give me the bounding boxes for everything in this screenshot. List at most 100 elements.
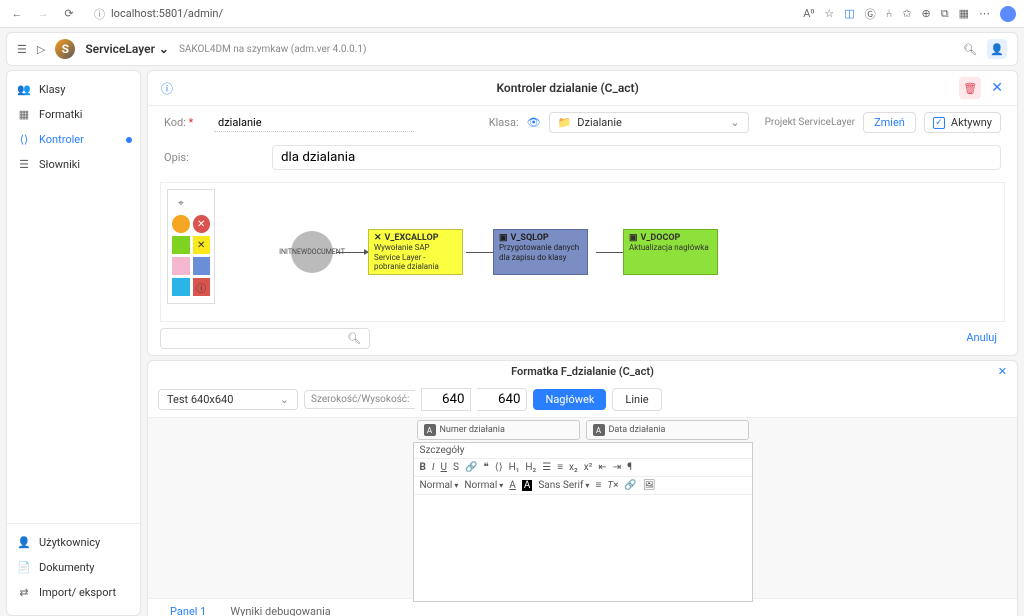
tab-debug[interactable]: Wyniki debugowania xyxy=(218,599,342,616)
resolution-select[interactable]: Test 640x640⌄ xyxy=(158,389,298,410)
size-select[interactable]: Normal▾ xyxy=(464,480,503,491)
favorites-icon[interactable]: ✩ xyxy=(902,7,911,20)
kod-input[interactable] xyxy=(214,114,414,132)
sidebar-item-uzytkownicy[interactable]: 👤Użytkownicy xyxy=(7,530,140,555)
klasa-select[interactable]: 📁 Dzialanie ⌄ xyxy=(549,112,749,133)
cyan-node-tool[interactable] xyxy=(172,278,190,296)
link-button[interactable]: 🔗 xyxy=(465,462,477,473)
bold-button[interactable]: B xyxy=(420,462,426,473)
field-data-dzialania[interactable]: AData działania xyxy=(586,420,749,440)
user-icon: 👤 xyxy=(17,536,31,549)
font-select[interactable]: Sans Serif▾ xyxy=(538,480,589,491)
sidebar-item-dokumenty[interactable]: 📄Dokumenty xyxy=(7,555,140,580)
sidebar-item-formatki[interactable]: ▦Formatki xyxy=(7,102,140,127)
product-name: ServiceLayer xyxy=(85,42,155,56)
pink-node-tool[interactable] xyxy=(172,257,190,275)
formatka-canvas: ANumer działania AData działania Szczegó… xyxy=(148,418,1017,598)
height-input[interactable] xyxy=(477,388,527,411)
opis-label: Opis: xyxy=(164,151,206,164)
yellow-node-tool[interactable]: ✕ xyxy=(193,236,211,254)
check-icon: ✓ xyxy=(933,117,945,129)
direction-button[interactable]: ¶ xyxy=(627,462,632,473)
sidebar-item-klasy[interactable]: 👥Klasy xyxy=(7,77,140,102)
clear-format-button[interactable]: T× xyxy=(607,480,618,491)
sidebar-item-slowniki[interactable]: ☰Słowniki xyxy=(7,152,140,177)
ul-button[interactable]: ☰ xyxy=(542,462,551,473)
grid-icon: ▦ xyxy=(17,108,31,121)
search-icon: 🔍︎ xyxy=(347,332,361,345)
outdent-button[interactable]: ⇤ xyxy=(598,462,606,473)
more-icon[interactable]: ⋯ xyxy=(979,7,990,20)
ol-button[interactable]: ≡ xyxy=(557,462,563,473)
target-tool-icon[interactable]: ⌖ xyxy=(172,194,190,212)
trash-icon: 🗑 xyxy=(963,82,977,95)
text-size-icon[interactable]: A⁰ xyxy=(803,7,814,20)
info-icon[interactable]: ⓘ xyxy=(158,79,176,97)
docop-node[interactable]: ▣V_DOCOPAktualizacja nagłówka xyxy=(623,229,718,275)
green-node-tool[interactable] xyxy=(172,236,190,254)
sidebar-item-label: Kontroler xyxy=(39,133,84,146)
url-bar[interactable]: ⓘ localhost:5801/admin/ xyxy=(86,4,795,24)
text-color-button[interactable]: A xyxy=(509,480,516,491)
init-node[interactable]: INITNEWDOCUMENT xyxy=(291,231,333,273)
attach-button[interactable]: 🔗 xyxy=(624,480,636,491)
visibility-icon[interactable]: 👁 xyxy=(527,116,541,129)
h2-button[interactable]: H₂ xyxy=(525,462,536,473)
close-button[interactable]: ✕ xyxy=(987,80,1007,96)
indent-button[interactable]: ⇥ xyxy=(613,462,621,473)
anuluj-button[interactable]: Anuluj xyxy=(958,328,1005,349)
sqlop-node[interactable]: ▣V_SQLOPPrzygotowanie danych dla zapisu … xyxy=(493,229,588,275)
browser-bar: ← → ⟳ ⓘ localhost:5801/admin/ A⁰ ☆ ◫ Ⓖ ⑃… xyxy=(0,0,1024,28)
orange-node-tool[interactable] xyxy=(172,215,190,233)
sidebar-item-kontroler[interactable]: ⟨⟩Kontroler xyxy=(7,127,140,152)
width-input[interactable] xyxy=(421,388,471,411)
refresh-button[interactable]: ⟳ xyxy=(60,5,78,23)
bg-color-button[interactable]: A xyxy=(522,480,533,491)
hamburger-icon[interactable]: ☰ xyxy=(17,43,27,56)
excallop-node[interactable]: ✕V_EXCALLOPWywołanie SAP Service Layer -… xyxy=(368,229,463,275)
apps-icon[interactable]: ▦ xyxy=(959,7,969,20)
aktywny-checkbox[interactable]: ✓ Aktywny xyxy=(924,112,1001,133)
opis-input[interactable] xyxy=(272,145,1001,170)
field-numer-dzialania[interactable]: ANumer działania xyxy=(417,420,580,440)
forward-button[interactable]: → xyxy=(34,5,52,23)
back-button[interactable]: ← xyxy=(8,5,26,23)
h1-button[interactable]: H₁ xyxy=(509,462,520,473)
zmien-button[interactable]: Zmień xyxy=(863,112,916,133)
profile-icon[interactable] xyxy=(1000,6,1016,22)
red-node-tool[interactable]: ⓘ xyxy=(193,278,211,296)
search-icon[interactable]: 🔍︎ xyxy=(963,43,977,56)
tab-panel1[interactable]: Panel 1 xyxy=(158,599,218,616)
text-field-icon: A xyxy=(424,424,436,436)
align-button[interactable]: ≡ xyxy=(595,480,601,491)
delete-tool-icon[interactable]: ✕ xyxy=(193,215,211,233)
naglowek-button[interactable]: Nagłówek xyxy=(533,389,606,410)
product-selector[interactable]: ServiceLayer ⌄ xyxy=(85,42,169,56)
search-input[interactable]: 🔍︎ xyxy=(160,328,370,349)
delete-button[interactable]: 🗑 xyxy=(959,77,981,99)
sub-button[interactable]: x₂ xyxy=(569,462,578,473)
formatka-title: Formatka F_dzialanie (C_act) xyxy=(511,365,654,378)
paragraph-select[interactable]: Normal▾ xyxy=(420,480,459,491)
sidebar-item-import-eksport[interactable]: ⇄Import/ eksport xyxy=(7,580,140,605)
history-icon[interactable]: ⊕ xyxy=(922,7,931,20)
editor-content[interactable] xyxy=(414,495,752,601)
extension-icon[interactable]: ◫ xyxy=(844,7,854,20)
underline-button[interactable]: U xyxy=(441,462,447,473)
collections-icon[interactable]: ⑃ xyxy=(886,7,893,20)
close-button[interactable]: ✕ xyxy=(998,365,1007,378)
strike-button[interactable]: S xyxy=(453,462,459,473)
italic-button[interactable]: I xyxy=(432,462,435,473)
image-button[interactable]: 🖼 xyxy=(643,480,656,491)
user-menu[interactable]: 👤 xyxy=(987,39,1007,59)
sup-button[interactable]: x² xyxy=(584,462,593,473)
linie-button[interactable]: Linie xyxy=(612,388,661,411)
code-button[interactable]: ⟨⟩ xyxy=(495,462,503,473)
downloads-icon[interactable]: ⧉ xyxy=(941,7,949,21)
play-icon[interactable]: ▷ xyxy=(37,43,45,56)
reader-icon[interactable]: Ⓖ xyxy=(865,6,876,22)
quote-button[interactable]: ❝ xyxy=(483,462,488,473)
blue-node-tool[interactable] xyxy=(193,257,211,275)
star-outline-icon[interactable]: ☆ xyxy=(824,7,834,20)
workflow-canvas[interactable]: ⌖ ✕ ✕ ⓘ INITNEWDOCUMENT ✕V_EXCALLOPWywoł… xyxy=(160,182,1005,322)
